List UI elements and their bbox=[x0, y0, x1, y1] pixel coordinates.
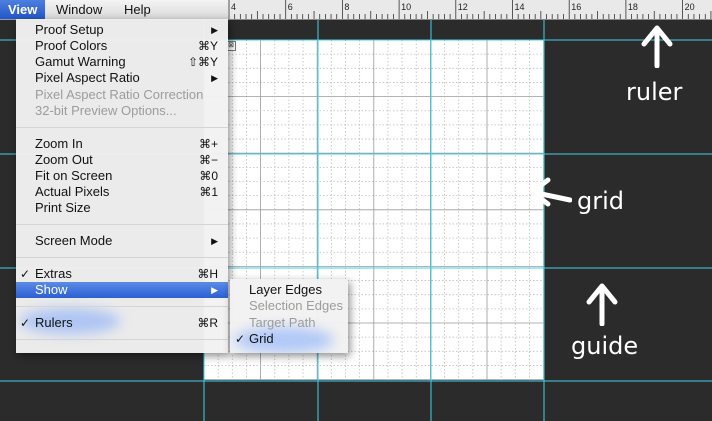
ruler-label: 18 bbox=[628, 2, 638, 12]
menu-item-proof-colors[interactable]: Proof Colors ⌘Y bbox=[16, 38, 228, 54]
ruler-label: 8 bbox=[344, 2, 349, 12]
menu-item-label: Fit on Screen bbox=[35, 168, 113, 183]
ruler-label: 14 bbox=[515, 2, 525, 12]
ruler-ticks: 46810121416182022242628 bbox=[228, 0, 712, 19]
ruler-label: 6 bbox=[288, 2, 293, 12]
menu-item-show[interactable]: Show ▶ bbox=[16, 282, 228, 298]
submenu-item-selection-edges: Selection Edges bbox=[230, 298, 348, 314]
menu-item-label: Extras bbox=[35, 266, 72, 281]
menu-separator bbox=[16, 339, 228, 340]
menu-item-shortcut: ⌘Y bbox=[197, 39, 218, 53]
menu-item-print-size[interactable]: Print Size bbox=[16, 200, 228, 216]
menu-item-shortcut: ⌘H bbox=[197, 267, 218, 281]
annotation-guide: guide bbox=[571, 332, 639, 360]
menu-item-shortcut: ⌘+ bbox=[198, 137, 218, 151]
menu-help[interactable]: Help bbox=[116, 0, 159, 19]
menu-item-32-bit-preview-options: 32-bit Preview Options... bbox=[16, 103, 228, 119]
menu-window[interactable]: Window bbox=[48, 0, 110, 19]
menu-item-label: Gamut Warning bbox=[35, 54, 126, 69]
submenu-item-layer-edges[interactable]: Layer Edges bbox=[230, 282, 348, 298]
arrow-up-icon bbox=[641, 25, 673, 68]
annotation-ruler: ruler bbox=[626, 78, 683, 106]
menu-item-label: Pixel Aspect Ratio bbox=[35, 70, 140, 85]
menu-item-shortcut: ⌘1 bbox=[199, 185, 218, 199]
submenu-item-label: Grid bbox=[249, 330, 274, 346]
menu-item-label: Screen Mode bbox=[35, 233, 113, 248]
menu-item-pixel-aspect-ratio[interactable]: Pixel Aspect Ratio ▶ bbox=[16, 70, 228, 86]
submenu-item-target-path: Target Path bbox=[230, 315, 348, 331]
checkmark-icon: ✓ bbox=[20, 316, 31, 330]
menu-item-zoom-in[interactable]: Zoom In ⌘+ bbox=[16, 136, 228, 152]
annotation-grid: grid bbox=[577, 187, 625, 215]
show-submenu: Layer Edges Selection Edges Target Path ✓ Gr… bbox=[230, 279, 348, 353]
menubar: View Window Help bbox=[0, 0, 228, 20]
ruler-label: 16 bbox=[571, 2, 581, 12]
submenu-arrow-icon: ▶ bbox=[211, 285, 218, 295]
menu-item-label: Zoom In bbox=[35, 136, 83, 151]
menu-item-label: Rulers bbox=[35, 315, 73, 330]
menu-item-actual-pixels[interactable]: Actual Pixels ⌘1 bbox=[16, 184, 228, 200]
submenu-arrow-icon: ▶ bbox=[211, 236, 218, 246]
arrow-up-icon bbox=[586, 283, 618, 326]
menu-item-rulers[interactable]: ✓ Rulers ⌘R bbox=[16, 315, 228, 331]
menu-separator bbox=[16, 306, 228, 307]
menu-item-gamut-warning[interactable]: Gamut Warning ⇧⌘Y bbox=[16, 54, 228, 70]
menu-item-label: Proof Colors bbox=[35, 38, 108, 53]
menu-item-zoom-out[interactable]: Zoom Out ⌘− bbox=[16, 152, 228, 168]
menu-item-fit-on-screen[interactable]: Fit on Screen ⌘0 bbox=[16, 168, 228, 184]
menu-item-label: 32-bit Preview Options... bbox=[35, 103, 177, 118]
menu-item-label: Show bbox=[35, 282, 68, 297]
submenu-arrow-icon: ▶ bbox=[211, 25, 218, 35]
horizontal-ruler[interactable]: 46810121416182022242628 bbox=[228, 0, 712, 20]
menu-item-shortcut: ⌘R bbox=[197, 316, 218, 330]
ruler-label: 4 bbox=[231, 2, 236, 12]
menu-item-label: Print Size bbox=[35, 200, 91, 215]
ruler-label: 10 bbox=[401, 2, 411, 12]
menu-item-shortcut: ⌘0 bbox=[199, 169, 218, 183]
menu-item-shortcut: ⌘− bbox=[198, 153, 218, 167]
menu-item-label: Proof Setup bbox=[35, 22, 104, 37]
menu-item-shortcut: ⇧⌘Y bbox=[187, 55, 218, 69]
menu-separator bbox=[16, 127, 228, 128]
checkmark-icon: ✓ bbox=[20, 267, 31, 281]
checkmark-icon: ✓ bbox=[235, 331, 246, 346]
menu-separator bbox=[16, 257, 228, 258]
menu-item-screen-mode[interactable]: Screen Mode ▶ bbox=[16, 233, 228, 249]
menu-item-label: Pixel Aspect Ratio Correction bbox=[35, 87, 204, 102]
submenu-item-label: Layer Edges bbox=[249, 282, 322, 297]
view-menu: Proof Setup ▶ Proof Colors ⌘Y Gamut Warning ⇧… bbox=[16, 19, 228, 353]
submenu-item-label: Selection Edges bbox=[249, 298, 343, 314]
ruler-label: 20 bbox=[685, 2, 695, 12]
submenu-arrow-icon: ▶ bbox=[211, 73, 218, 83]
menu-item-label: Zoom Out bbox=[35, 152, 93, 167]
menu-item-extras[interactable]: ✓ Extras ⌘H bbox=[16, 266, 228, 282]
menu-item-label: Actual Pixels bbox=[35, 184, 110, 199]
menu-view[interactable]: View bbox=[0, 0, 46, 19]
submenu-item-grid[interactable]: ✓ Grid bbox=[230, 331, 348, 347]
menu-separator bbox=[16, 224, 228, 225]
submenu-item-label: Target Path bbox=[249, 314, 316, 330]
menu-item-pixel-aspect-ratio-correction: Pixel Aspect Ratio Correction bbox=[16, 87, 228, 103]
menu-item-proof-setup[interactable]: Proof Setup ▶ bbox=[16, 22, 228, 38]
arrow-left-icon bbox=[529, 177, 572, 207]
ruler-label: 12 bbox=[458, 2, 468, 12]
